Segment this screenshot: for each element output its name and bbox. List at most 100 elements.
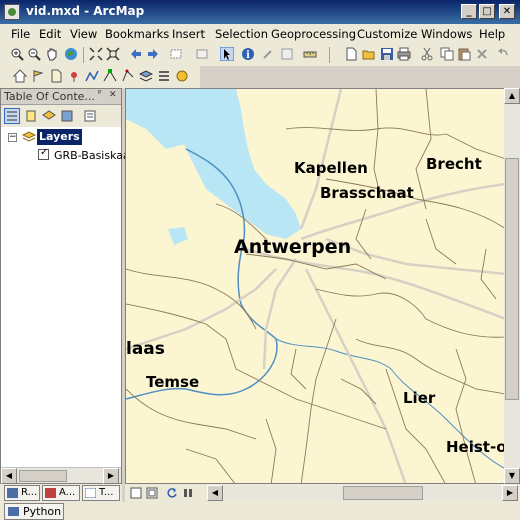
options-icon[interactable]: [83, 109, 97, 123]
tab-drawing-order[interactable]: R...: [4, 485, 40, 501]
menu-bookmarks[interactable]: Bookmarks: [105, 27, 169, 41]
list-by-visibility-icon[interactable]: [42, 109, 56, 123]
fixed-zoom-in-icon[interactable]: [89, 47, 103, 61]
place-label-heist-op-den-berg: Heist-o: [446, 438, 505, 456]
toolbar-separator: [83, 47, 84, 63]
map-hscroll-track[interactable]: [225, 486, 501, 500]
menu-geoprocessing[interactable]: Geoprocessing: [271, 27, 356, 41]
list-by-drawing-order-icon[interactable]: [4, 108, 20, 124]
identify-icon[interactable]: i: [241, 47, 255, 61]
map-canvas[interactable]: Kapellen Brecht Brasschaat Antwerpen laa…: [126, 89, 505, 484]
toc-close-icon[interactable]: ✕: [109, 90, 117, 100]
point-marker-icon[interactable]: [67, 69, 81, 83]
menu-help[interactable]: Help: [479, 27, 505, 41]
scroll-left-button[interactable]: ◀: [1, 468, 17, 484]
toc-tab-strip: R... A... T...: [0, 484, 122, 502]
table-of-contents-panel: Table Of Conte... ᴾ ✕ − Layers GRB-Basis…: [0, 88, 130, 484]
layers-root-label[interactable]: Layers: [37, 129, 82, 145]
layers-stack-icon[interactable]: [139, 69, 153, 83]
pin-icon[interactable]: ᴾ: [98, 90, 101, 100]
forward-arrow-icon[interactable]: [146, 47, 160, 61]
collapse-layers-toggle[interactable]: −: [8, 133, 17, 142]
zoom-in-icon[interactable]: [10, 47, 24, 61]
select-elements-arrow-icon[interactable]: [220, 47, 234, 61]
back-arrow-icon[interactable]: [129, 47, 143, 61]
trace-line-icon[interactable]: [85, 69, 99, 83]
toc-scroll-thumb[interactable]: [19, 470, 67, 482]
html-popup-icon[interactable]: [280, 47, 294, 61]
cut-icon[interactable]: [420, 47, 434, 61]
toolbar-separator: [329, 47, 330, 63]
data-view-icon[interactable]: [129, 486, 143, 500]
scroll-left-button[interactable]: ◀: [207, 485, 223, 501]
fixed-zoom-out-icon[interactable]: [106, 47, 120, 61]
new-document-icon[interactable]: [344, 47, 358, 61]
tab-visibility[interactable]: T...: [82, 485, 120, 501]
zoom-out-icon[interactable]: [27, 47, 41, 61]
save-icon[interactable]: [380, 47, 394, 61]
tab-source[interactable]: A...: [42, 485, 80, 501]
delete-icon[interactable]: [475, 47, 489, 61]
toc-title: Table Of Conte...: [4, 90, 95, 103]
menu-edit[interactable]: Edit: [39, 27, 61, 41]
pause-drawing-icon[interactable]: [181, 486, 195, 500]
menu-windows[interactable]: Windows: [421, 27, 472, 41]
place-label-laas: laas: [126, 339, 165, 359]
map-vscroll-thumb[interactable]: [505, 158, 519, 400]
sun-icon[interactable]: [175, 69, 189, 83]
toc-horizontal-scrollbar[interactable]: ◀ ▶: [1, 467, 121, 484]
list-by-source-icon: [45, 488, 56, 498]
menu-customize[interactable]: Customize: [357, 27, 417, 41]
map-vertical-scrollbar[interactable]: ▲ ▼: [504, 88, 520, 484]
hyperlink-icon[interactable]: [261, 47, 275, 61]
copy-icon[interactable]: [440, 47, 454, 61]
reshape-icon[interactable]: [121, 69, 135, 83]
layer-grb-basiskaart[interactable]: GRB-Basiskaa: [54, 149, 130, 162]
menu-insert[interactable]: Insert: [172, 27, 205, 41]
tab-label: A...: [59, 487, 76, 498]
minimize-button[interactable]: _: [461, 4, 477, 19]
menu-selection[interactable]: Selection: [215, 27, 268, 41]
scroll-up-button[interactable]: ▲: [504, 88, 520, 104]
paste-icon[interactable]: [457, 47, 471, 61]
toc-toolbar: [1, 105, 121, 127]
flag-icon[interactable]: [31, 69, 45, 83]
home-icon[interactable]: [13, 69, 27, 83]
place-label-temse: Temse: [146, 373, 199, 391]
list-by-visibility-icon: [85, 488, 96, 498]
print-icon[interactable]: [397, 47, 411, 61]
list-by-selection-icon[interactable]: [60, 109, 74, 123]
close-button[interactable]: ✕: [499, 4, 515, 19]
tab-label: T...: [99, 487, 114, 498]
layer-visibility-checkbox[interactable]: [38, 147, 49, 160]
menu-view[interactable]: View: [70, 27, 97, 41]
open-folder-icon[interactable]: [362, 47, 376, 61]
measure-icon[interactable]: [303, 47, 317, 61]
vertex-edit-icon[interactable]: [103, 69, 117, 83]
status-bar: Python: [0, 502, 520, 520]
maximize-button[interactable]: □: [479, 4, 495, 19]
clear-selection-icon[interactable]: [196, 47, 210, 61]
place-label-antwerpen: Antwerpen: [234, 236, 351, 258]
python-icon: [8, 507, 19, 516]
pan-hand-icon[interactable]: [45, 47, 59, 61]
map-display[interactable]: Kapellen Brecht Brasschaat Antwerpen laa…: [125, 88, 505, 484]
layout-view-icon[interactable]: [145, 486, 159, 500]
document-icon[interactable]: [49, 69, 63, 83]
scroll-right-button[interactable]: ▶: [502, 485, 518, 501]
toc-header: Table Of Conte... ᴾ ✕: [1, 89, 121, 105]
scroll-down-button[interactable]: ▼: [504, 468, 520, 484]
menu-file[interactable]: File: [11, 27, 30, 41]
window-title: vid.mxd - ArcMap: [26, 4, 145, 18]
scroll-right-button[interactable]: ▶: [103, 468, 119, 484]
python-window-tab[interactable]: Python: [4, 503, 64, 520]
full-extent-icon[interactable]: [64, 47, 78, 61]
list-by-source-icon[interactable]: [24, 109, 38, 123]
refresh-icon[interactable]: [165, 486, 179, 500]
undo-icon[interactable]: [496, 47, 510, 61]
map-hscroll-thumb[interactable]: [343, 486, 423, 500]
place-label-brasschaat: Brasschaat: [320, 184, 414, 202]
list-icon[interactable]: [157, 69, 171, 83]
select-features-icon[interactable]: [170, 47, 184, 61]
python-tab-label: Python: [23, 505, 62, 518]
